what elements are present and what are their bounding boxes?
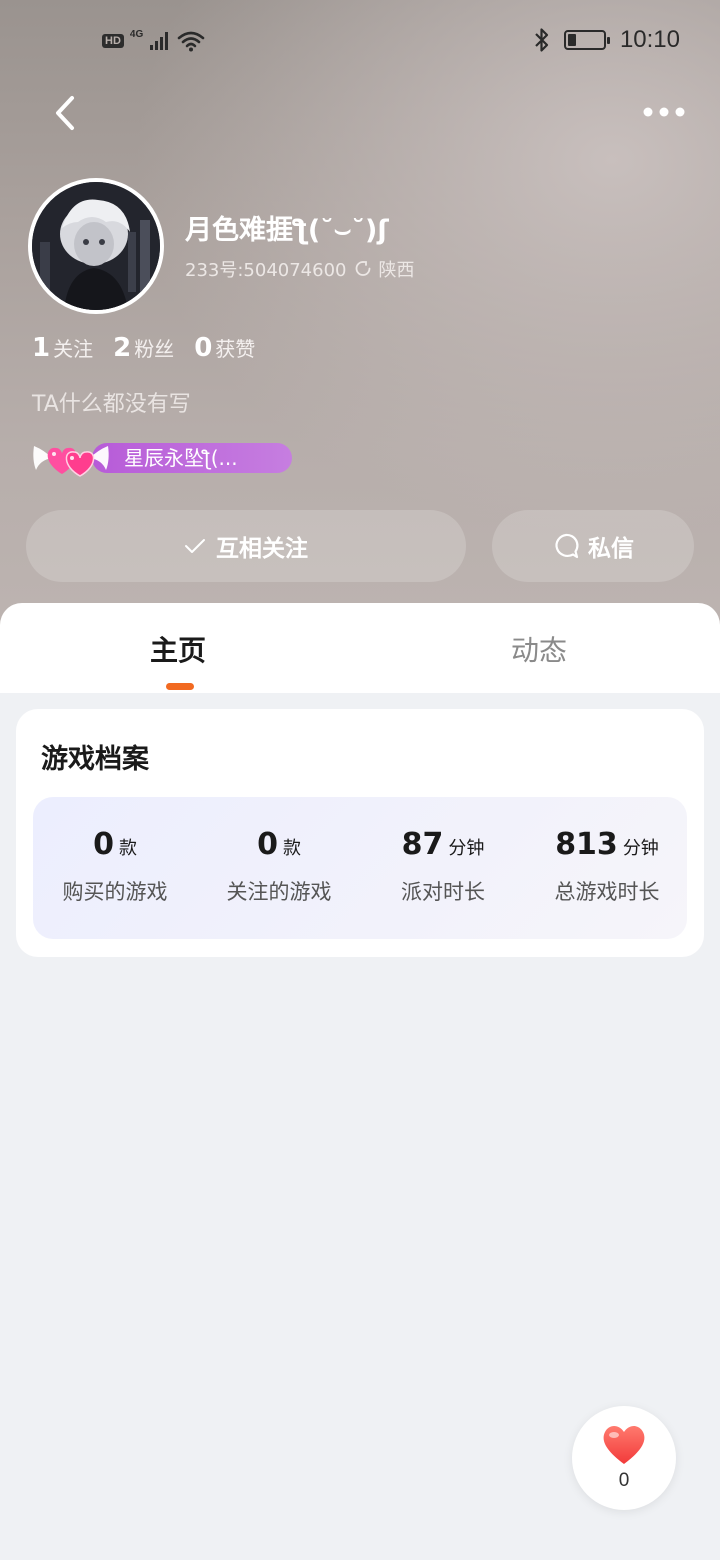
bluetooth-icon [535,28,549,52]
game-stat-purchased[interactable]: 0 款 购买的游戏 [33,827,197,906]
status-right: 10:10 [534,26,680,54]
follow-button-label: 互相关注 [216,536,308,562]
stat-unit: 款 [282,838,301,859]
game-stat-followed[interactable]: 0 款 关注的游戏 [197,827,361,906]
stat-number: 2 [113,333,132,363]
like-button[interactable]: 0 [572,1406,676,1510]
status-bar: HD 4G 10:10 [0,0,720,84]
stat-unit: 款 [118,838,137,859]
stat-label: 粉丝 [134,337,175,361]
avatar[interactable] [28,178,164,314]
game-profile-card: 游戏档案 0 款 购买的游戏 0 款 关注的游戏 87 分钟 派对时长 813 [16,709,704,957]
like-count: 0 [618,1470,630,1491]
mutual-follow-button[interactable]: 互相关注 [26,510,466,582]
signal-icon [150,32,169,50]
stat-value: 0 [93,827,114,862]
chevron-left-icon [56,96,74,130]
user-id: 233号:504074600 [185,260,347,281]
tab-home[interactable]: 主页 [150,629,206,669]
social-stats: 1 关注 2 粉丝 0 获赞 [32,333,255,363]
user-location: 陕西 [378,260,415,281]
game-stat-total-time[interactable]: 813 分钟 总游戏时长 [525,827,689,906]
stat-value-row: 813 分钟 [525,827,689,862]
fan-badge[interactable]: 星辰永坠ƪ(... [30,436,292,480]
wifi-icon [177,31,205,52]
active-tab-indicator [166,683,194,690]
stat-value-row: 0 款 [197,827,361,862]
back-button[interactable] [44,92,88,136]
stat-value-row: 87 分钟 [361,827,525,862]
more-horizontal-icon [643,107,685,117]
game-stats: 0 款 购买的游戏 0 款 关注的游戏 87 分钟 派对时长 813 分钟 总游… [33,797,687,939]
stat-following[interactable]: 1 关注 [32,333,93,363]
profile-tabs: 主页 动态 [0,603,720,693]
battery-level [567,34,576,46]
message-button-label: 私信 [588,536,634,562]
hd-badge: HD [102,34,124,48]
location-icon [355,261,370,276]
stat-followers[interactable]: 2 粉丝 [113,333,174,363]
stat-label: 关注的游戏 [226,880,332,904]
status-left: HD 4G [102,28,205,52]
game-stat-party-time[interactable]: 87 分钟 派对时长 [361,827,525,906]
clock-time: 10:10 [619,26,680,53]
stat-label: 获赞 [215,337,256,361]
tab-feed[interactable]: 动态 [511,629,567,669]
stat-unit: 分钟 [448,838,485,859]
battery-icon [563,30,610,50]
card-title: 游戏档案 [41,744,149,775]
stat-label: 购买的游戏 [62,880,168,904]
chat-bubble-icon [555,533,579,559]
stat-likes[interactable]: 0 获赞 [194,333,255,363]
network-type: 4G [129,28,144,40]
stat-label: 派对时长 [401,880,485,904]
bio-text: TA什么都没有写 [32,392,191,417]
stat-value: 813 [555,827,618,862]
heart-icon [603,1426,645,1464]
avatar-image [32,182,160,310]
username: 月色难捱ƪ(˘⌣˘)ʃ [185,215,389,246]
check-icon [185,539,205,553]
user-meta: 233号:504074600 陕西 [185,256,415,282]
stat-number: 0 [194,333,213,363]
stat-label: 总游戏时长 [554,880,660,904]
badge-pill: 星辰永坠ƪ(... [92,443,292,473]
stat-value: 87 [401,827,444,862]
stat-label: 关注 [53,337,94,361]
more-button[interactable] [640,96,688,132]
message-button[interactable]: 私信 [492,510,694,582]
stat-value-row: 0 款 [33,827,197,862]
stat-unit: 分钟 [622,838,659,859]
stat-number: 1 [32,333,51,363]
winged-hearts-icon [33,446,109,477]
stat-value: 0 [257,827,278,862]
